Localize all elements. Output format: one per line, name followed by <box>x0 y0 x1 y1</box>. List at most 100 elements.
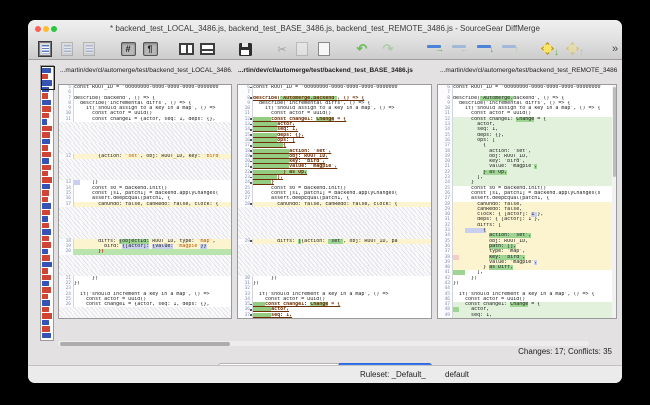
code-text: }) <box>74 249 231 254</box>
redo-icon: ↷ <box>383 41 394 57</box>
code-panel-remote[interactable]: 6const ROOT_ID = '00000000-0000-0000-000… <box>437 84 617 319</box>
code-line: 28 canUndo: false, canRedo: false, clock… <box>238 202 431 207</box>
next-change-icon: ↓ <box>541 42 559 56</box>
overview-viewport-box[interactable] <box>41 66 55 90</box>
split-vertical-icon <box>179 43 194 55</box>
diff-map-bar <box>42 287 51 292</box>
toolbar-overflow-icon: » <box>612 43 618 55</box>
apply-change-right-icon: → <box>427 43 443 55</box>
diff-overview-map[interactable] <box>40 65 54 341</box>
paste-icon <box>320 43 330 55</box>
ruleset-label: Ruleset: _Default_ <box>360 370 426 379</box>
horizontal-scrollbar-thumb[interactable] <box>60 342 230 346</box>
content-area: ...martin/dev/cl/automerge/test/backend_… <box>28 60 622 365</box>
toolbar: # ¶ ✂ ↶ ↷ → ← ↓ ↑ ↓ ↑ » <box>28 38 622 60</box>
horizontal-scrollbar[interactable] <box>58 341 589 346</box>
vertical-scrollbar-thumb[interactable] <box>613 87 616 177</box>
diff-map-bar <box>42 294 48 299</box>
code-panel-base[interactable]: 6const ROOT_ID = '00000000-0000-0000-000… <box>237 84 432 319</box>
line-number: 20 <box>59 249 74 254</box>
toggle-invisibles-icon: ¶ <box>143 42 158 56</box>
view-right-only-icon <box>83 42 95 56</box>
diff-map-bar <box>42 320 49 325</box>
diff-map-bar <box>42 229 51 234</box>
line-number: 12 <box>59 154 74 159</box>
diff-map-bar <box>42 106 51 111</box>
diff-map-bar <box>42 333 51 338</box>
diff-map-bar <box>42 177 52 182</box>
code-text: diffs: [{action: 'set', obj: ROOT_ID, pa <box>253 239 431 244</box>
toggle-line-numbers-button[interactable]: # <box>118 40 138 58</box>
diff-map-bar <box>42 300 50 305</box>
diffmerge-window: * backend_test_LOCAL_3486.js, backend_te… <box>28 20 622 383</box>
diff-map-bar <box>42 326 50 331</box>
diff-map-bar <box>42 262 52 267</box>
cut-button[interactable]: ✂ <box>272 40 292 58</box>
diff-map-bar <box>42 165 51 170</box>
paste-button[interactable] <box>315 40 335 58</box>
line-number: 37 <box>238 313 253 318</box>
code-text: seq: 1, <box>453 313 616 318</box>
prev-change-icon: ↑ <box>566 42 584 56</box>
code-line: 37 seq: 1, <box>238 313 431 318</box>
window-title: * backend_test_LOCAL_3486.js, backend_te… <box>28 20 622 38</box>
view-right-only-button[interactable] <box>79 40 99 58</box>
toolbar-overflow-button[interactable]: » <box>605 40 622 58</box>
diff-map-bar <box>42 281 49 286</box>
line-number: 28 <box>238 202 253 207</box>
code-panel-local[interactable]: 5const ROOT_ID = '00000000-0000-0000-000… <box>58 84 232 319</box>
file-path-local: ...martin/dev/cl/automerge/test/backend_… <box>60 67 232 77</box>
code-line: 20 }) <box>59 249 231 254</box>
diff-map-bar <box>42 100 51 105</box>
diff-map-bar <box>42 203 51 208</box>
ruleset-value: default <box>445 370 469 379</box>
diff-map-bar <box>42 119 47 124</box>
view-interleaved-button[interactable] <box>35 40 55 58</box>
diff-map-bar <box>42 171 48 176</box>
diff-map-bar <box>42 152 51 157</box>
apply-change-left-button[interactable]: ← <box>450 40 470 58</box>
diff-map-bar <box>42 197 48 202</box>
split-horizontal-button[interactable] <box>197 40 217 58</box>
diff-map-bar <box>42 236 49 241</box>
apply-change-up-icon: ↑ <box>502 43 518 55</box>
diff-map-bar <box>42 249 48 254</box>
diff-map-bar <box>42 275 51 280</box>
void-gap <box>59 318 231 319</box>
prev-change-button[interactable]: ↑ <box>565 40 585 58</box>
save-icon <box>239 43 252 56</box>
diff-map-bar <box>42 268 48 273</box>
apply-change-right-button[interactable]: → <box>425 40 445 58</box>
code-line: 49 seq: 1, <box>438 313 616 318</box>
diff-map-bar <box>42 132 50 137</box>
save-file-button[interactable] <box>235 40 255 58</box>
file-path-remote: ...martin/dev/cl/automerge/test/backend_… <box>440 67 618 77</box>
diff-map-bar <box>42 190 49 195</box>
copy-button[interactable] <box>293 40 313 58</box>
apply-change-down-icon: ↓ <box>477 43 493 55</box>
close-window-button[interactable] <box>35 26 41 32</box>
diff-map-bar <box>42 210 50 215</box>
split-horizontal-icon <box>200 43 215 55</box>
code-line: 17 canUndo: false, canRedo: false, clock… <box>59 202 231 207</box>
vertical-scrollbar[interactable] <box>612 85 616 318</box>
apply-change-down-button[interactable]: ↓ <box>475 40 495 58</box>
next-change-button[interactable]: ↓ <box>540 40 560 58</box>
changes-status: Changes: 17; Conflicts: 35 <box>518 347 612 356</box>
redo-button[interactable]: ↷ <box>378 40 398 58</box>
zoom-window-button[interactable] <box>51 26 57 32</box>
toggle-line-numbers-icon: # <box>121 42 136 56</box>
diff-map-bar <box>42 216 48 221</box>
toggle-invisibles-button[interactable]: ¶ <box>140 40 160 58</box>
view-left-only-button[interactable] <box>57 40 77 58</box>
minimize-window-button[interactable] <box>43 26 49 32</box>
line-number: 17 <box>59 202 74 207</box>
diff-map-bar <box>42 307 49 312</box>
split-vertical-button[interactable] <box>176 40 196 58</box>
diff-map-bar <box>42 145 48 150</box>
view-left-only-icon <box>61 42 73 56</box>
apply-change-left-icon: ← <box>452 43 468 55</box>
undo-button[interactable]: ↶ <box>352 40 372 58</box>
code-text: const change1 = {actor, seq: 1, deps: {}… <box>74 302 231 307</box>
apply-change-up-button[interactable]: ↑ <box>500 40 520 58</box>
